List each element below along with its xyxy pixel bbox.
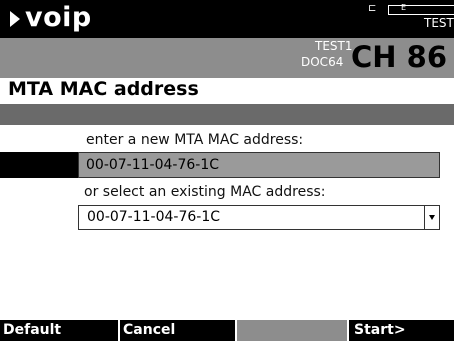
app-title: voip (25, 2, 92, 33)
status-indicator: ⊏ (368, 3, 377, 14)
cancel-button-label: Cancel (123, 322, 176, 338)
status-test-text: TEST (424, 16, 454, 30)
dropdown-button[interactable] (424, 206, 439, 229)
new-mac-label: enter a new MTA MAC address: (86, 132, 304, 148)
new-mac-input[interactable]: 00-07-11-04-76-1C (78, 152, 440, 178)
channel-subtitle-2: DOC64 (301, 55, 344, 69)
softkey-bar: Default Cancel Start> (0, 320, 454, 341)
battery-icon (388, 5, 454, 15)
play-arrow-icon (10, 11, 20, 27)
empty-softkey[interactable] (237, 320, 347, 341)
existing-mac-select[interactable]: 00-07-11-04-76-1C (78, 205, 440, 230)
channel-subtitle-1: TEST1 (315, 39, 353, 53)
selection-marker (0, 152, 78, 178)
existing-mac-label: or select an existing MAC address: (84, 184, 326, 200)
page-title: MTA MAC address (8, 78, 199, 100)
start-button-label: Start> (354, 322, 406, 338)
default-button[interactable]: Default (0, 320, 118, 341)
separator-strip (0, 104, 454, 125)
default-button-label: Default (3, 322, 62, 338)
channel-name: CH 86 (351, 40, 448, 74)
start-button[interactable]: Start> (349, 320, 454, 341)
title-bar: voip ⊏ E TEST (0, 0, 454, 38)
chevron-down-icon (429, 215, 435, 220)
cancel-button[interactable]: Cancel (120, 320, 235, 341)
battery-letter: E (401, 3, 407, 12)
